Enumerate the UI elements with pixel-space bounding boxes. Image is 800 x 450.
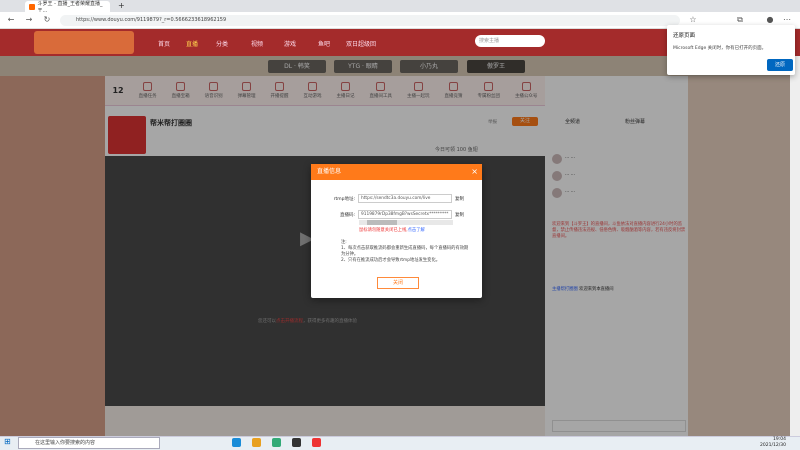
nav-item-yuba[interactable]: 鱼吧: [318, 39, 330, 48]
copy-rtmp-button[interactable]: 复制: [455, 196, 464, 202]
chrome-taskbar-icon[interactable]: [252, 438, 261, 447]
menu-icon[interactable]: ⋯: [782, 15, 792, 25]
code-row: 直播码: 9119879rDp38fmgB?wsSecretx*********…: [321, 210, 464, 219]
rtmp-row: rtmp地址: https://sendtc3a.douyu.com/live …: [321, 194, 464, 203]
close-icon[interactable]: ×: [471, 164, 478, 180]
page-scrollbar[interactable]: [790, 56, 800, 436]
rtmp-field[interactable]: https://sendtc3a.douyu.com/live: [358, 194, 452, 203]
obs-taskbar-icon[interactable]: [292, 438, 301, 447]
forward-icon[interactable]: →: [24, 15, 34, 25]
browser-tab[interactable]: 斗罗王 - 直播_王者荣耀直播_王...: [25, 1, 110, 14]
nav-item-home[interactable]: 首页: [158, 39, 170, 48]
popup-title: 还原页面: [673, 33, 696, 39]
nav-item-video[interactable]: 视频: [251, 39, 263, 48]
nav-item-live[interactable]: 直播: [186, 39, 198, 48]
nav-item-games[interactable]: 游戏: [284, 39, 296, 48]
back-icon[interactable]: ←: [6, 15, 16, 25]
code-scrollbar[interactable]: [359, 220, 453, 225]
taskbar-search[interactable]: 在这里输入你要搜索的内容: [18, 437, 160, 449]
code-label: 直播码:: [339, 212, 355, 218]
learn-more-link[interactable]: 点击了解: [408, 228, 425, 233]
url-field[interactable]: https://www.douyu.com/9119879?_r=0.56662…: [60, 14, 680, 26]
windows-start-icon[interactable]: ⊞: [4, 437, 11, 446]
taskbar-clock: 19:04 2021/12/30: [760, 437, 786, 448]
copy-code-button[interactable]: 复制: [455, 212, 464, 218]
code-field[interactable]: 9119879rDp38fmgB?wsSecretx*********: [358, 210, 452, 219]
nav-item-event[interactable]: 双日超级回: [346, 39, 376, 48]
refresh-icon[interactable]: ↻: [42, 15, 52, 25]
new-tab-button[interactable]: +: [118, 1, 125, 10]
search-input[interactable]: 搜索主播: [475, 35, 545, 47]
collections-icon[interactable]: ⧉: [735, 15, 745, 25]
app-taskbar-icon[interactable]: [272, 438, 281, 447]
rtmp-label: rtmp地址:: [333, 196, 355, 202]
restore-button[interactable]: 还原: [767, 59, 793, 71]
notes: 注: 1、每次点击获取推流码都会重新生成直播码，每个直播码的有效期为分钟。 2、…: [341, 240, 469, 263]
close-button[interactable]: 关闭: [377, 277, 419, 289]
douyu-favicon: [29, 3, 35, 10]
profile-icon[interactable]: ●: [765, 15, 775, 25]
popup-message: Microsoft Edge 关闭时，你有已打开的页面。: [673, 46, 767, 51]
nav-item-category[interactable]: 分类: [216, 39, 228, 48]
edge-restore-popup: 还原页面 Microsoft Edge 关闭时，你有已打开的页面。 还原: [667, 25, 795, 75]
site-logo[interactable]: [34, 31, 134, 54]
stream-info-dialog: 直播信息 × rtmp地址: https://sendtc3a.douyu.co…: [311, 164, 482, 298]
favorites-icon[interactable]: ☆: [688, 15, 698, 25]
douyu-taskbar-icon[interactable]: [312, 438, 321, 447]
notice-text: 鼠标请勿随意关闭已上线,点击了解: [359, 228, 425, 233]
dialog-title: 直播信息: [311, 164, 482, 180]
edge-taskbar-icon[interactable]: [232, 438, 241, 447]
